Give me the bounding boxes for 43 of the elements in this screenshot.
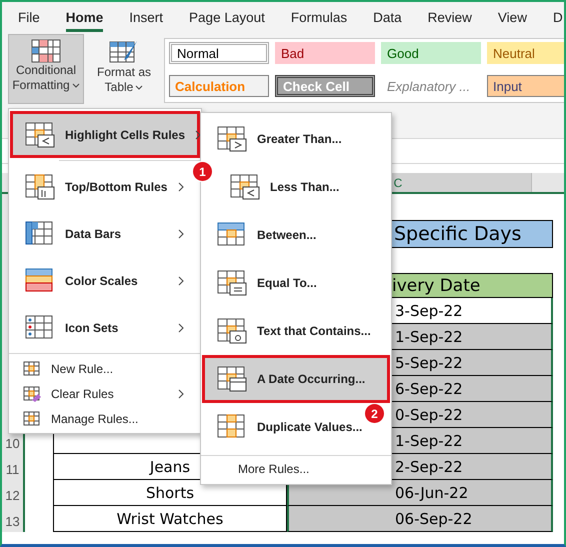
menu-item[interactable]: Data Bars [10,210,193,257]
menu-item[interactable]: Icon Sets [10,304,193,351]
caret-icon [72,83,80,89]
table-cell: 06-Jun-22 [287,480,553,506]
menu-item[interactable]: Color Scales [10,257,193,304]
ribbon-tab[interactable]: Data [373,4,402,32]
row-header: 11 [2,454,25,480]
ribbon-button[interactable]: Format as Table [86,34,162,104]
menu-item[interactable]: Clear Rules [10,381,193,406]
table-cell: Wrist Watches [53,506,287,532]
ribbon-tab[interactable]: Page Layout [189,4,265,32]
cell-style[interactable]: Neutral [487,42,564,64]
ribbon-tab[interactable]: Insert [129,4,164,32]
ribbon-button[interactable]: Conditional Formatting [8,34,84,104]
row-header: 13 [2,506,25,532]
step-badge: 2 [365,404,384,423]
cell-style[interactable]: Normal [169,42,269,64]
cell-style[interactable]: Good [381,42,481,64]
row-header: 12 [2,480,25,506]
ribbon-tab[interactable]: File [18,4,40,32]
ribbon-tab[interactable]: View [498,4,527,32]
button-label: Conditional [16,63,76,78]
ribbon-tab[interactable]: D [552,4,563,32]
menu-item[interactable]: A Date Occurring... [202,355,390,403]
caret-icon [135,85,144,91]
menu-item[interactable]: Top/Bottom Rules [10,163,193,210]
ribbon-tab[interactable]: Formulas [290,4,348,32]
button-label: Table [104,80,144,95]
menu-item[interactable]: New Rule... [10,356,193,381]
ribbon-tab[interactable]: Review [428,4,472,32]
menu-item[interactable]: Manage Rules... [10,406,193,431]
rule-icon [25,268,55,294]
menu-item[interactable]: Greater Than... [202,115,390,163]
cell-style[interactable]: Input [487,75,564,97]
menu-item[interactable]: More Rules... [201,455,391,482]
menu-item[interactable]: Highlight Cells Rules [10,111,200,158]
button-label: Formatting [12,78,80,93]
table-icon [31,39,61,63]
table-brush-icon [109,39,139,65]
table-cell: 06-Sep-22 [287,506,553,532]
button-label: Format as [96,65,151,80]
cell-style[interactable]: Bad [275,42,375,64]
step-badge: 1 [193,162,212,181]
